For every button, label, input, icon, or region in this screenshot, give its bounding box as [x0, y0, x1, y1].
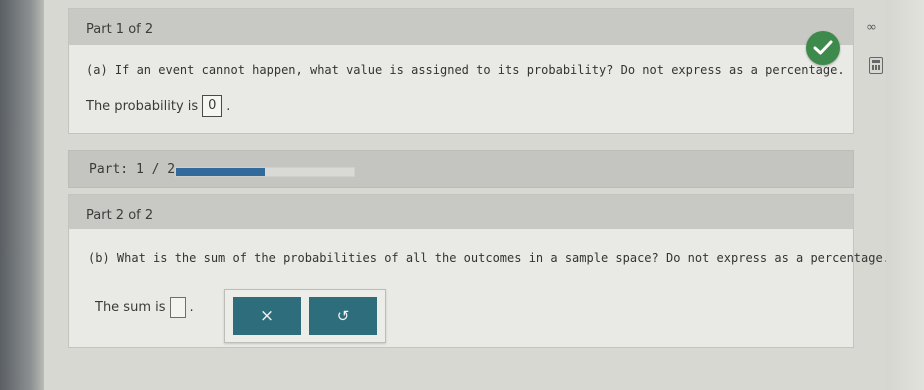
- part2-answer-line: The sum is .: [95, 297, 194, 318]
- part2-answer-box[interactable]: [169, 297, 186, 318]
- part1-answer-prefix: The probability is: [86, 98, 199, 114]
- progress-label: Part: 1 / 2: [89, 162, 176, 177]
- answer-tools-panel: × ↺: [224, 289, 386, 343]
- part1-question: (a) If an event cannot happen, what valu…: [86, 63, 845, 77]
- part2-question: (b) What is the sum of the probabilities…: [88, 251, 890, 265]
- progress-fill: [176, 168, 265, 176]
- undo-button[interactable]: ↺: [309, 297, 377, 335]
- infinity-icon[interactable]: ∞: [866, 20, 877, 35]
- progress-track: [175, 167, 355, 177]
- clear-button[interactable]: ×: [233, 297, 301, 335]
- assignment-page: Part 1 of 2 (a) If an event cannot happe…: [44, 0, 890, 390]
- part1-card: Part 1 of 2 (a) If an event cannot happe…: [68, 8, 854, 134]
- part1-answer-suffix: .: [226, 98, 231, 114]
- screen-edge-right: [886, 0, 924, 390]
- calculator-icon[interactable]: [869, 57, 883, 74]
- part2-answer-suffix: .: [189, 300, 194, 315]
- part2-card: Part 2 of 2 (b) What is the sum of the p…: [68, 194, 890, 348]
- part2-header: Part 2 of 2: [69, 195, 853, 229]
- part1-header-label: Part 1 of 2: [86, 22, 154, 37]
- part-progress: Part: 1 / 2: [68, 150, 854, 188]
- part2-header-label: Part 2 of 2: [86, 208, 154, 223]
- part1-answer-line: The probability is 0.: [86, 95, 230, 117]
- correct-check-icon: [806, 31, 840, 65]
- part1-answer-box[interactable]: 0: [202, 95, 223, 117]
- part1-header: Part 1 of 2: [69, 9, 853, 45]
- part2-answer-prefix: The sum is: [95, 300, 166, 315]
- screen-bezel-left: [0, 0, 44, 390]
